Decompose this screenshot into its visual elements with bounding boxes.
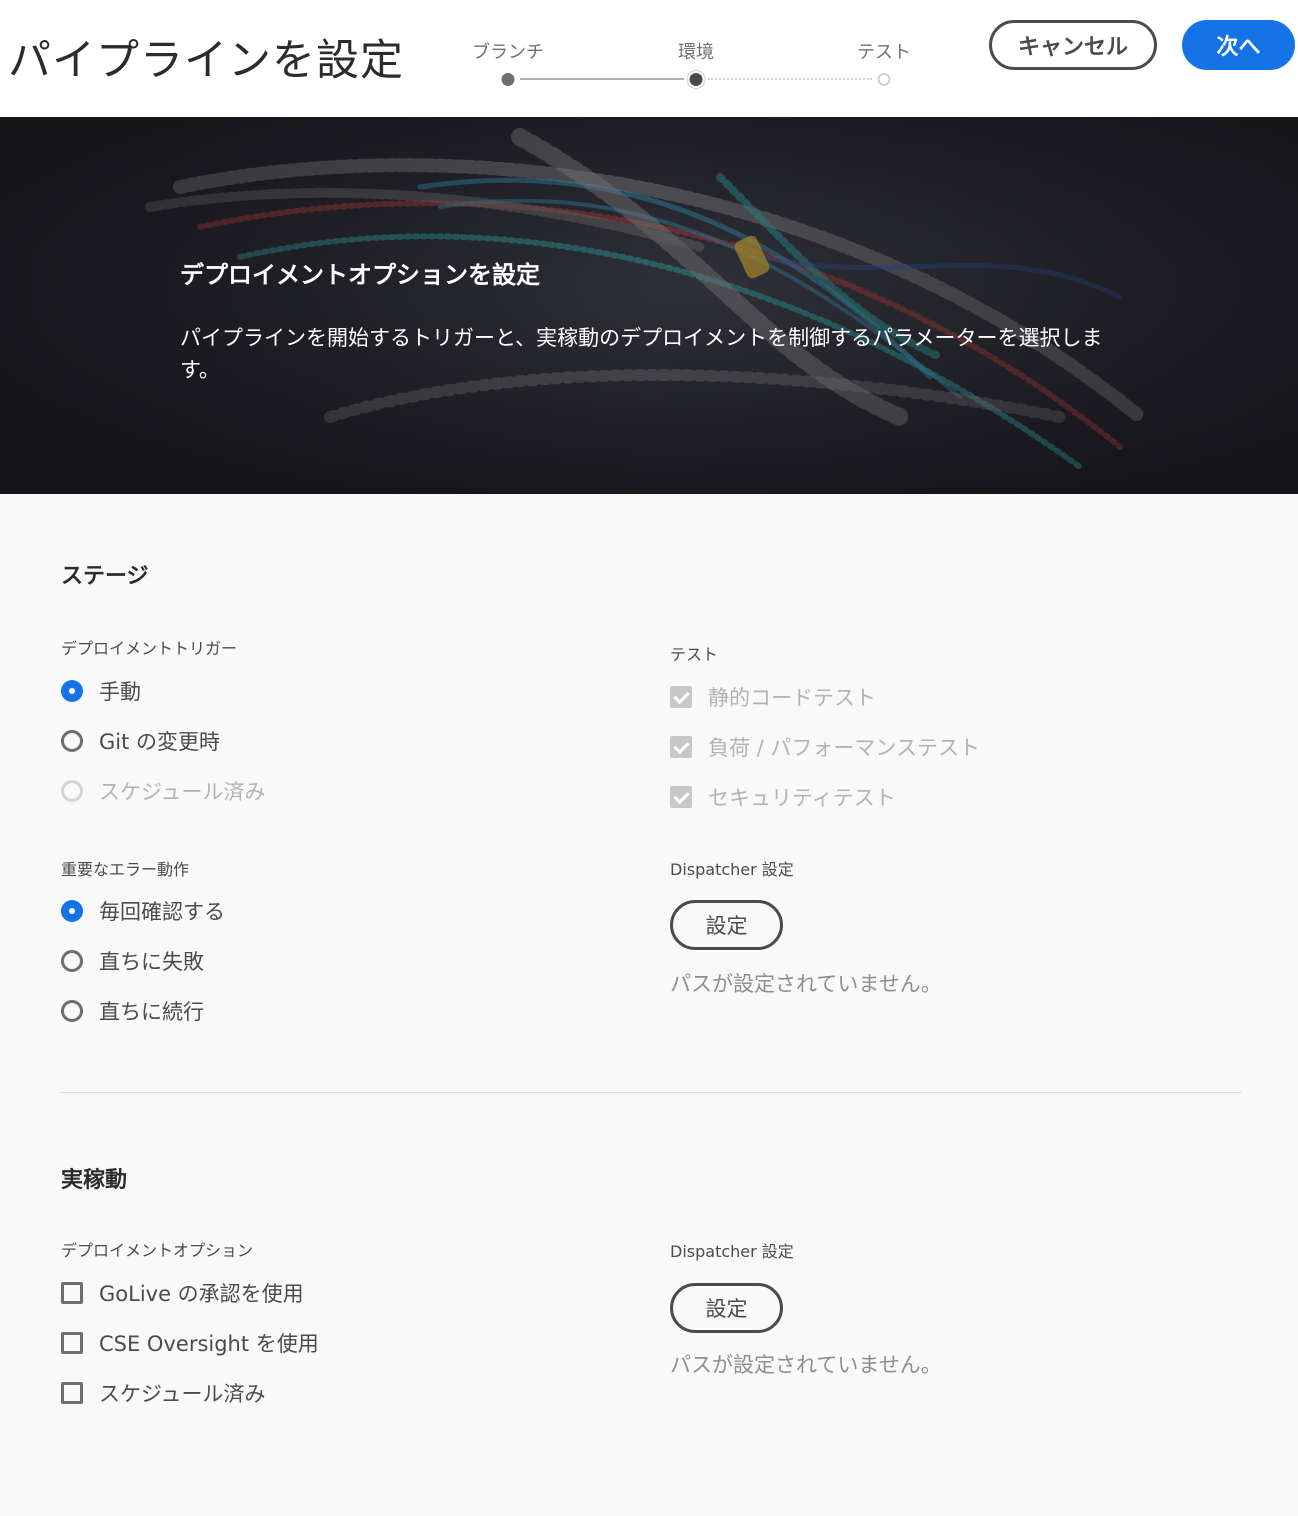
page-title: パイプラインを設定	[8, 36, 404, 86]
stage-dispatcher-label: Dispatcher 設定	[670, 860, 794, 879]
error-behavior-label: 重要なエラー動作	[61, 860, 190, 879]
test-security-checkbox: セキュリティテスト	[670, 782, 896, 812]
hero-overlay	[0, 117, 1298, 494]
error-fail-radio[interactable]: 直ちに失敗	[61, 946, 204, 976]
trigger-manual-radio[interactable]: 手動	[61, 676, 141, 706]
radio-button[interactable]	[61, 950, 83, 972]
radio-button[interactable]	[61, 680, 83, 702]
checkbox	[670, 786, 692, 808]
radio-button[interactable]	[61, 1000, 83, 1022]
scheduled-checkbox[interactable]: スケジュール済み	[61, 1378, 266, 1408]
cse-oversight-label: CSE Oversight を使用	[99, 1332, 319, 1356]
step-label-environment: 環境	[678, 42, 714, 63]
cancel-button[interactable]: キャンセル	[989, 20, 1157, 70]
trigger-manual-label: 手動	[99, 680, 141, 704]
hero-title: デプロイメントオプションを設定	[180, 261, 540, 289]
error-ask-radio[interactable]: 毎回確認する	[61, 896, 225, 926]
checkbox[interactable]	[61, 1282, 83, 1304]
test-static-code-label: 静的コードテスト	[708, 686, 876, 710]
golive-approval-checkbox[interactable]: GoLive の承認を使用	[61, 1278, 304, 1308]
test-static-code-checkbox: 静的コードテスト	[670, 682, 876, 712]
wizard-stepper: ブランチ 環境 テスト	[440, 36, 940, 96]
checkbox[interactable]	[61, 1382, 83, 1404]
section-divider	[60, 1092, 1242, 1093]
production-dispatcher-label: Dispatcher 設定	[670, 1242, 794, 1261]
radio-button[interactable]	[61, 730, 83, 752]
step-label-test: テスト	[857, 42, 911, 63]
step-connector-pending	[708, 78, 872, 80]
page-header: パイプラインを設定 ブランチ 環境 テスト キャンセル 次へ	[0, 0, 1298, 117]
test-performance-label: 負荷 / パフォーマンステスト	[708, 736, 981, 760]
stage-dispatcher-config-button[interactable]: 設定	[670, 900, 783, 950]
trigger-scheduled-label: スケジュール済み	[99, 780, 266, 804]
step-dot-environment	[689, 73, 703, 86]
trigger-git-change-radio[interactable]: Git の変更時	[61, 726, 220, 756]
checkbox	[670, 686, 692, 708]
error-continue-label: 直ちに続行	[99, 1000, 204, 1024]
deploy-trigger-label: デプロイメントトリガー	[61, 639, 238, 658]
step-dot-test	[877, 73, 891, 86]
scheduled-label: スケジュール済み	[99, 1382, 266, 1406]
production-dispatcher-note: パスが設定されていません。	[670, 1353, 942, 1377]
step-label-branch: ブランチ	[472, 42, 544, 63]
step-connector-done	[520, 78, 684, 80]
trigger-scheduled-radio: スケジュール済み	[61, 776, 266, 806]
hero-description: パイプラインを開始するトリガーと、実稼動のデプロイメントを制御するパラメーターを…	[180, 326, 1103, 382]
tests-label: テスト	[670, 645, 719, 664]
error-continue-radio[interactable]: 直ちに続行	[61, 996, 204, 1026]
stage-dispatcher-note: パスが設定されていません。	[670, 972, 942, 996]
error-ask-label: 毎回確認する	[99, 900, 225, 924]
golive-approval-label: GoLive の承認を使用	[99, 1282, 304, 1306]
radio-button[interactable]	[61, 900, 83, 922]
production-dispatcher-config-button[interactable]: 設定	[670, 1283, 783, 1333]
checkbox[interactable]	[61, 1332, 83, 1354]
stage-section-title: ステージ	[61, 564, 149, 589]
trigger-git-change-label: Git の変更時	[99, 730, 221, 754]
radio-button	[61, 780, 83, 802]
checkbox	[670, 736, 692, 758]
cse-oversight-checkbox[interactable]: CSE Oversight を使用	[61, 1328, 319, 1358]
production-section-title: 実稼動	[61, 1168, 128, 1193]
test-security-label: セキュリティテスト	[708, 786, 896, 810]
error-fail-label: 直ちに失敗	[99, 950, 204, 974]
hero-banner: デプロイメントオプションを設定 パイプラインを開始するトリガーと、実稼動のデプロ…	[0, 117, 1298, 494]
deploy-options-label: デプロイメントオプション	[61, 1241, 254, 1260]
next-button[interactable]: 次へ	[1182, 20, 1295, 70]
step-dot-branch	[501, 73, 515, 86]
test-performance-checkbox: 負荷 / パフォーマンステスト	[670, 732, 980, 762]
